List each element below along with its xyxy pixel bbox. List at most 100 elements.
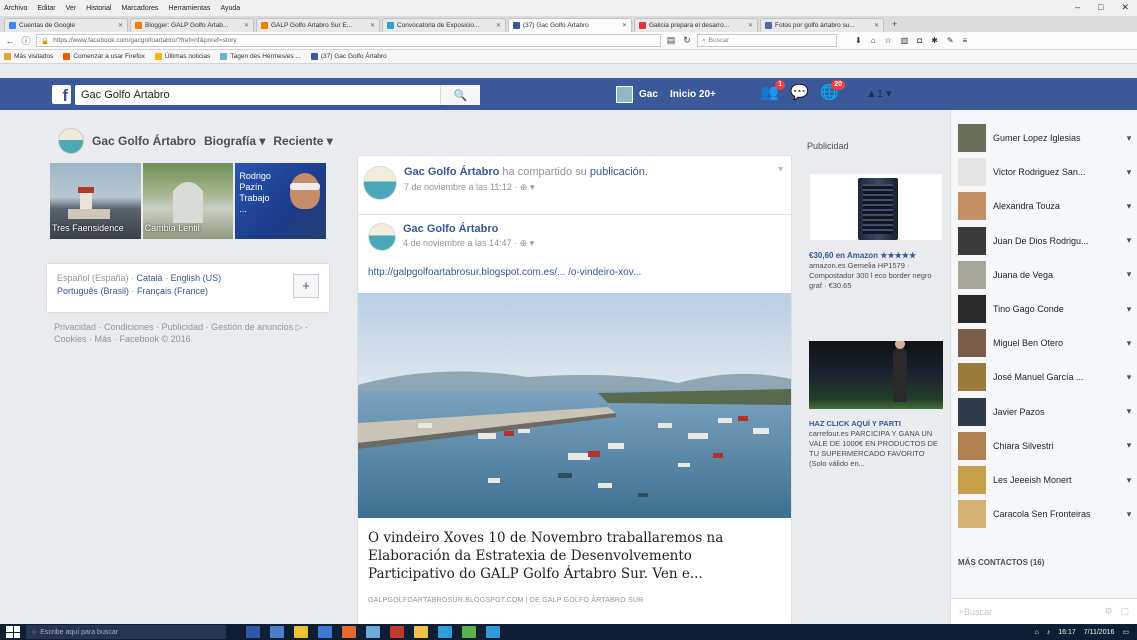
tab-close-icon[interactable]: ✕ xyxy=(118,22,123,29)
close-icon[interactable]: ✕ xyxy=(1121,2,1129,13)
tab-close-icon[interactable]: ✕ xyxy=(244,22,249,29)
contact-options-icon[interactable]: ▾ xyxy=(1124,475,1134,486)
friend-requests-icon[interactable]: 👥 1 xyxy=(760,80,785,102)
maximize-icon[interactable]: □ xyxy=(1098,2,1103,13)
menu-item[interactable]: Historial xyxy=(86,5,111,12)
contact-options-icon[interactable]: ▾ xyxy=(1124,338,1134,349)
contact-options-icon[interactable]: ▾ xyxy=(1124,167,1134,178)
bookmark-item[interactable]: (37) Gac Golfo Ártabro xyxy=(310,53,387,60)
new-message-icon[interactable]: ▢ xyxy=(1120,606,1129,617)
minimize-icon[interactable]: – xyxy=(1075,2,1080,13)
chat-contact[interactable]: Chiara Silvestri ▾ xyxy=(958,431,1134,460)
volume-icon[interactable]: ♪ xyxy=(1047,629,1051,636)
back-icon[interactable]: ← xyxy=(4,36,16,46)
nav-recent[interactable]: Reciente ▾ xyxy=(273,134,332,148)
download-icon[interactable]: ⬇ xyxy=(855,36,862,45)
ad-image[interactable] xyxy=(809,341,943,409)
tab-close-icon[interactable]: ✕ xyxy=(370,22,375,29)
taskbar-app-icon[interactable] xyxy=(438,626,452,638)
chat-contact[interactable]: Miguel Ben Otero ▾ xyxy=(958,329,1134,358)
ad-headline[interactable]: €30,60 en Amazon ★★★★★ xyxy=(809,251,943,261)
contact-options-icon[interactable]: ▾ xyxy=(1124,372,1134,383)
shared-post-author[interactable]: Gac Golfo Ártabro xyxy=(403,223,534,235)
taskbar-app-icon[interactable] xyxy=(318,626,332,638)
bookmark-item[interactable]: Comenzar a usar Firefox xyxy=(63,53,145,60)
avatar[interactable] xyxy=(368,223,396,251)
url-bar[interactable]: 🔒 https://www.facebook.com/gacgolfoartab… xyxy=(36,34,661,47)
browser-tab[interactable]: Blogger: GALP Golfo Ártab... ✕ xyxy=(130,18,254,32)
messages-icon[interactable]: 💬 xyxy=(790,84,809,102)
browser-tab[interactable]: GALP Golfo Ártabro Sur E... ✕ xyxy=(256,18,380,32)
ad-text[interactable]: HAZ CLICK AQUÍ Y PARTI carrefour.es PARC… xyxy=(809,419,943,469)
search-button[interactable]: 🔍 xyxy=(440,85,480,105)
library-icon[interactable]: ▥ xyxy=(901,36,909,45)
facebook-search[interactable]: 🔍 xyxy=(75,85,480,105)
menu-item[interactable]: Editar xyxy=(37,5,55,12)
contact-options-icon[interactable]: ▾ xyxy=(1124,509,1134,520)
taskbar-app-icon[interactable] xyxy=(270,626,284,638)
shared-post-timestamp[interactable]: 4 de noviembre a las 14:47 · ⊕ ▾ xyxy=(403,238,534,249)
browser-tab[interactable]: Galicia prepara el desarro... ✕ xyxy=(634,18,758,32)
reader-icon[interactable]: ▤ xyxy=(665,35,677,46)
chat-search[interactable]: ⌕ Buscar ⚙ ▢ xyxy=(951,598,1137,624)
new-tab-button[interactable]: + xyxy=(886,19,903,29)
chat-contact[interactable]: Les Jeeeish Monert ▾ xyxy=(958,466,1134,494)
language-link[interactable]: Français (France) xyxy=(137,286,208,296)
language-link[interactable]: Català xyxy=(137,273,163,283)
contact-options-icon[interactable]: ▾ xyxy=(1124,269,1134,280)
photo-thumbnail[interactable]: Tres Faensidence xyxy=(50,163,141,239)
avatar[interactable] xyxy=(363,166,397,200)
post-options-chevron-icon[interactable]: ▾ xyxy=(778,164,783,175)
bookmark-star-icon[interactable]: ☆ xyxy=(885,36,892,45)
tab-close-icon[interactable]: ✕ xyxy=(622,22,627,29)
chat-contact[interactable]: Victor Rodriguez San... ▾ xyxy=(958,158,1134,187)
bookmark-item[interactable]: Tagen des Hérmes/es ... xyxy=(220,53,301,60)
menu-item[interactable]: Herramientas xyxy=(168,5,210,12)
tab-close-icon[interactable]: ✕ xyxy=(496,22,501,29)
post-author[interactable]: Gac Golfo Ártabro xyxy=(404,166,499,178)
avatar[interactable] xyxy=(58,128,84,154)
menu-item[interactable]: Archivo xyxy=(4,5,27,12)
contact-options-icon[interactable]: ▾ xyxy=(1124,235,1134,246)
chat-contact[interactable]: José Manuel García ... ▾ xyxy=(958,363,1134,392)
extension-icon[interactable]: ✎ xyxy=(947,36,954,45)
home-link[interactable]: Inicio 20+ xyxy=(670,89,716,100)
language-link[interactable]: English (US) xyxy=(171,273,222,283)
menu-item[interactable]: Ver xyxy=(66,5,77,12)
taskbar-app-icon[interactable] xyxy=(486,626,500,638)
browser-tab[interactable]: Cuentas de Google ✕ xyxy=(4,18,128,32)
taskbar-app-icon[interactable] xyxy=(366,626,380,638)
taskbar-app-icon[interactable] xyxy=(294,626,308,638)
taskbar-app-icon[interactable] xyxy=(462,626,476,638)
bookmark-item[interactable]: Más visitados xyxy=(4,53,53,60)
taskbar-search[interactable]: ○ Escribe aquí para buscar xyxy=(26,625,226,639)
info-icon[interactable]: ⓘ xyxy=(20,34,32,47)
photo-thumbnail[interactable]: Rodrigo Pazín Trabajo ... xyxy=(235,163,327,239)
link-preview[interactable]: O vindeiro Xoves 10 de Novembro traballa… xyxy=(358,293,791,624)
photo-thumbnail[interactable]: Cambia Lentil xyxy=(142,163,234,239)
footer-links[interactable]: Privacidad · Condiciones · Publicidad · … xyxy=(54,321,324,345)
notifications-icon[interactable]: ▭ xyxy=(1122,628,1129,636)
clock-date[interactable]: 7/11/2016 xyxy=(1084,629,1115,636)
notifications-globe-icon[interactable]: 🌐 20 xyxy=(820,80,845,102)
ad-headline[interactable]: HAZ CLICK AQUÍ Y PARTI xyxy=(809,419,943,429)
bookmark-item[interactable]: Últimas noticias xyxy=(154,53,210,60)
chat-contact[interactable]: Caracola Sen Fronteiras ▾ xyxy=(958,500,1134,529)
windows-start-icon[interactable] xyxy=(6,626,20,638)
nav-biography[interactable]: Biografía ▾ xyxy=(204,134,265,148)
ad-text[interactable]: €30,60 en Amazon ★★★★★ amazon.es Gemelia… xyxy=(809,251,943,291)
chat-contact[interactable]: Juan De Dios Rodrigu... ▾ xyxy=(958,226,1134,255)
facebook-logo-icon[interactable]: f xyxy=(52,85,71,104)
contact-options-icon[interactable]: ▾ xyxy=(1124,440,1134,451)
chat-contact[interactable]: Juana de Vega ▾ xyxy=(958,260,1134,289)
taskbar-app-icon[interactable] xyxy=(246,626,260,638)
menu-item[interactable]: Ayuda xyxy=(220,5,240,12)
contact-options-icon[interactable]: ▾ xyxy=(1124,133,1134,144)
shared-post-url[interactable]: http://galpgolfoartabrosur.blogspot.com.… xyxy=(368,267,641,278)
browser-tab[interactable]: (37) Gac Golfo Ártabro ✕ xyxy=(508,18,632,32)
tab-close-icon[interactable]: ✕ xyxy=(874,22,879,29)
chat-contact[interactable]: Gumer Lopez Iglesias ▾ xyxy=(958,124,1134,152)
contact-options-icon[interactable]: ▾ xyxy=(1124,406,1134,417)
addon-icon[interactable]: ✱ xyxy=(931,36,938,45)
post-timestamp[interactable]: 7 de noviembre a las 11:12 · ⊕ ▾ xyxy=(404,182,648,193)
